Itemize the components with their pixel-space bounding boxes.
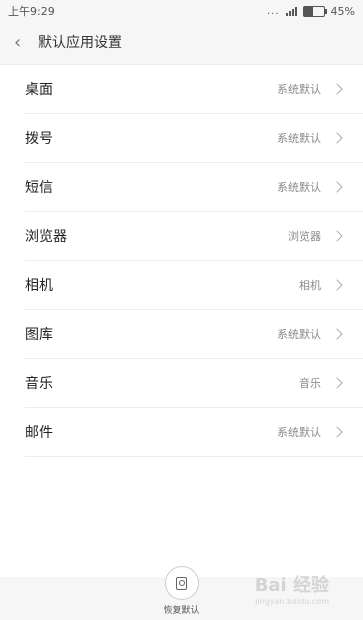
battery-percent: 45% [330, 4, 355, 18]
chevron-right-icon [331, 230, 343, 242]
setting-value: 系统默认 [277, 328, 321, 341]
setting-row-gallery[interactable]: 图库 系统默认 [25, 310, 363, 359]
status-bar: 上午9:29 ... 45% [0, 0, 363, 22]
setting-row-browser[interactable]: 浏览器 浏览器 [25, 212, 363, 261]
setting-value: 系统默认 [277, 426, 321, 439]
setting-label: 图库 [25, 327, 53, 343]
status-icons: ... 45% [267, 5, 355, 18]
chevron-right-icon [331, 181, 343, 193]
clock: 上午9:29 [8, 5, 55, 18]
setting-label: 拨号 [25, 131, 53, 147]
list-blank-area [0, 457, 363, 577]
watermark-url: jingyan.baidu.com [255, 597, 329, 606]
chevron-right-icon [331, 328, 343, 340]
setting-label: 相机 [25, 278, 53, 294]
chevron-right-icon [331, 377, 343, 389]
chevron-right-icon [331, 426, 343, 438]
watermark: Bai 经验 jingyan.baidu.com [255, 571, 329, 606]
back-icon[interactable]: ‹ [14, 32, 38, 53]
setting-row-email[interactable]: 邮件 系统默认 [25, 408, 363, 457]
setting-value: 相机 [299, 279, 321, 292]
watermark-logo: Bai 经验 [254, 575, 329, 596]
setting-value: 浏览器 [288, 230, 321, 243]
page-header: ‹ 默认应用设置 [0, 22, 363, 62]
setting-row-camera[interactable]: 相机 相机 [25, 261, 363, 310]
chevron-right-icon [331, 83, 343, 95]
chevron-right-icon [331, 279, 343, 291]
notification-dots-icon: ... [267, 5, 280, 17]
setting-label: 浏览器 [25, 229, 67, 245]
chevron-right-icon [331, 132, 343, 144]
setting-label: 音乐 [25, 376, 53, 392]
setting-value: 音乐 [299, 377, 321, 390]
battery-icon [302, 5, 327, 17]
setting-row-dialer[interactable]: 拨号 系统默认 [25, 114, 363, 163]
page-title: 默认应用设置 [38, 35, 122, 51]
setting-label: 桌面 [25, 82, 53, 98]
setting-row-home[interactable]: 桌面 系统默认 [25, 65, 363, 114]
setting-value: 系统默认 [277, 132, 321, 145]
settings-list: 桌面 系统默认 拨号 系统默认 短信 系统默认 浏览器 浏览器 相机 相机 图库… [0, 64, 363, 577]
setting-row-music[interactable]: 音乐 音乐 [25, 359, 363, 408]
setting-value: 系统默认 [277, 83, 321, 96]
signal-icon [285, 6, 297, 16]
restore-defaults-label: 恢复默认 [163, 606, 200, 616]
restore-icon [176, 576, 187, 590]
setting-label: 邮件 [25, 425, 53, 441]
restore-defaults-button[interactable] [164, 566, 199, 600]
setting-value: 系统默认 [277, 181, 321, 194]
setting-row-sms[interactable]: 短信 系统默认 [25, 163, 363, 212]
setting-label: 短信 [25, 180, 53, 196]
